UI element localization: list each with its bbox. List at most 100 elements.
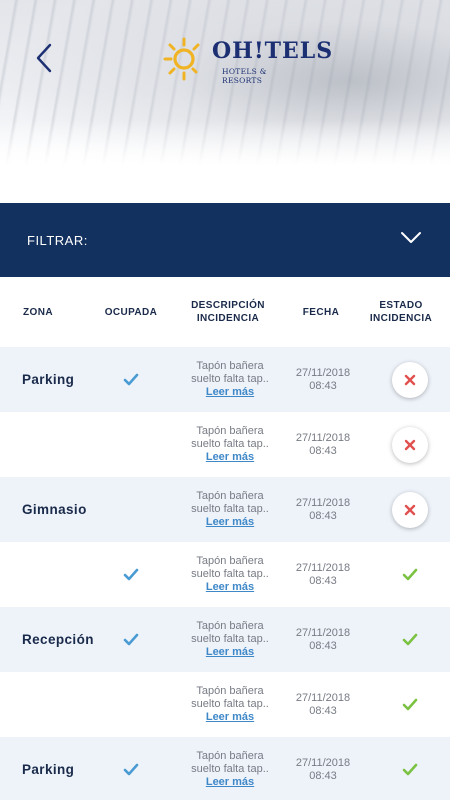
header-fade bbox=[0, 120, 450, 203]
brand-logo: OH!TELS HOTELS & RESORTS bbox=[162, 36, 332, 86]
zona-cell: Parking bbox=[22, 762, 75, 777]
fecha-time: 08:43 bbox=[309, 444, 337, 457]
estado-cell bbox=[385, 542, 435, 607]
estado-cell bbox=[385, 347, 435, 412]
zona-cell: Parking bbox=[22, 372, 75, 387]
fecha-cell: 27/11/2018 08:43 bbox=[290, 672, 356, 737]
descripcion-cell: Tapón bañera suelto falta tap.. Leer más bbox=[175, 737, 285, 800]
table-row: Parking Tapón bañera suelto falta tap.. Lee… bbox=[0, 737, 450, 800]
zona-cell bbox=[22, 542, 112, 607]
checkmark-icon bbox=[402, 763, 418, 775]
read-more-link[interactable]: Leer más bbox=[206, 516, 254, 529]
fecha-cell: 27/11/2018 08:43 bbox=[290, 347, 356, 412]
checkmark-icon bbox=[123, 373, 139, 385]
descripcion-text: suelto falta tap.. bbox=[191, 763, 269, 775]
column-header-fecha: FECHA bbox=[302, 306, 340, 318]
descripcion-text: suelto falta tap.. bbox=[191, 568, 269, 580]
descripcion-cell: Tapón bañera suelto falta tap.. Leer más bbox=[175, 347, 285, 412]
estado-cell bbox=[385, 412, 435, 477]
estado-cell bbox=[385, 607, 435, 672]
checkmark-icon bbox=[123, 763, 139, 775]
descripcion-cell: Tapón bañera suelto falta tap.. Leer más bbox=[175, 607, 285, 672]
fecha-date: 27/11/2018 bbox=[295, 431, 351, 444]
estado-cell bbox=[385, 672, 435, 737]
table-row: Tapón bañera suelto falta tap.. Leer más 27… bbox=[0, 542, 450, 607]
column-header-descripcion-line2: INCIDENCIA bbox=[196, 313, 260, 324]
column-header-ocupada: OCUPADA bbox=[104, 306, 158, 318]
ocupada-cell bbox=[112, 737, 150, 800]
descripcion-text: suelto falta tap.. bbox=[191, 373, 269, 385]
read-more-link[interactable]: Leer más bbox=[206, 581, 254, 594]
zona-cell bbox=[22, 412, 112, 477]
descripcion-text: Tapón bañera bbox=[196, 425, 264, 437]
checkmark-icon bbox=[402, 698, 418, 710]
close-incident-button[interactable] bbox=[392, 426, 428, 463]
checkmark-icon bbox=[402, 568, 418, 580]
close-icon bbox=[404, 439, 416, 450]
fecha-cell: 27/11/2018 08:43 bbox=[290, 542, 356, 607]
filter-dropdown[interactable]: FILTRAR: bbox=[0, 203, 450, 277]
fecha-time: 08:43 bbox=[309, 639, 337, 652]
fecha-date: 27/11/2018 bbox=[295, 561, 351, 574]
chevron-left-icon bbox=[36, 43, 52, 73]
descripcion-text: suelto falta tap.. bbox=[191, 633, 269, 645]
table-row: Parking Tapón bañera suelto falta tap.. Lee… bbox=[0, 347, 450, 412]
read-more-link[interactable]: Leer más bbox=[206, 776, 254, 789]
fecha-cell: 27/11/2018 08:43 bbox=[290, 477, 356, 542]
column-header-zona: ZONA bbox=[23, 306, 53, 318]
fecha-time: 08:43 bbox=[309, 574, 337, 587]
sun-icon bbox=[163, 37, 200, 81]
close-icon bbox=[404, 374, 416, 385]
read-more-link[interactable]: Leer más bbox=[206, 646, 254, 659]
descripcion-text: suelto falta tap.. bbox=[191, 503, 269, 515]
ocupada-cell bbox=[112, 542, 150, 607]
column-header-estado-line2: INCIDENCIA bbox=[369, 313, 433, 324]
fecha-time: 08:43 bbox=[309, 704, 337, 717]
descripcion-text: Tapón bañera bbox=[196, 685, 264, 697]
zona-cell: Recepción bbox=[22, 632, 94, 647]
table-row: Gimnasio Tapón bañera suelto falta tap.. Le… bbox=[0, 477, 450, 542]
checkmark-icon bbox=[402, 633, 418, 645]
descripcion-text: suelto falta tap.. bbox=[191, 438, 269, 450]
column-header-descripcion: DESCRIPCIÓN INCIDENCIA bbox=[180, 277, 276, 347]
checkmark-icon bbox=[123, 568, 139, 580]
fecha-date: 27/11/2018 bbox=[295, 496, 351, 509]
fecha-time: 08:43 bbox=[309, 509, 337, 522]
ocupada-cell bbox=[112, 412, 150, 477]
descripcion-text: Tapón bañera bbox=[196, 360, 264, 372]
fecha-time: 08:43 bbox=[309, 769, 337, 782]
fecha-date: 27/11/2018 bbox=[295, 366, 351, 379]
filter-label: FILTRAR: bbox=[27, 233, 88, 248]
read-more-link[interactable]: Leer más bbox=[206, 451, 254, 464]
table-header: ZONA OCUPADA DESCRIPCIÓN INCIDENCIA FECH… bbox=[0, 277, 450, 347]
descripcion-text: Tapón bañera bbox=[196, 750, 264, 762]
zona-cell: Gimnasio bbox=[22, 502, 87, 517]
close-incident-button[interactable] bbox=[392, 491, 428, 528]
column-header-estado-line1: ESTADO bbox=[379, 300, 423, 311]
fecha-date: 27/11/2018 bbox=[295, 756, 351, 769]
fecha-date: 27/11/2018 bbox=[295, 626, 351, 639]
fecha-cell: 27/11/2018 08:43 bbox=[290, 737, 356, 800]
column-header-estado: ESTADO INCIDENCIA bbox=[366, 277, 436, 347]
fecha-cell: 27/11/2018 08:43 bbox=[290, 607, 356, 672]
fecha-cell: 27/11/2018 08:43 bbox=[290, 412, 356, 477]
table-row: Tapón bañera suelto falta tap.. Leer más 27… bbox=[0, 412, 450, 477]
estado-cell bbox=[385, 737, 435, 800]
close-incident-button[interactable] bbox=[392, 361, 428, 398]
descripcion-text: Tapón bañera bbox=[196, 555, 264, 567]
ocupada-cell bbox=[112, 607, 150, 672]
read-more-link[interactable]: Leer más bbox=[206, 711, 254, 724]
close-icon bbox=[404, 504, 416, 515]
chevron-down-icon bbox=[401, 232, 421, 243]
estado-cell bbox=[385, 477, 435, 542]
checkmark-icon bbox=[123, 633, 139, 645]
descripcion-cell: Tapón bañera suelto falta tap.. Leer más bbox=[175, 412, 285, 477]
descripcion-cell: Tapón bañera suelto falta tap.. Leer más bbox=[175, 542, 285, 607]
table-row: Tapón bañera suelto falta tap.. Leer más 27… bbox=[0, 672, 450, 737]
ocupada-cell bbox=[112, 477, 150, 542]
read-more-link[interactable]: Leer más bbox=[206, 386, 254, 399]
fecha-time: 08:43 bbox=[309, 379, 337, 392]
zona-cell bbox=[22, 672, 112, 737]
descripcion-text: suelto falta tap.. bbox=[191, 698, 269, 710]
back-button[interactable] bbox=[28, 40, 62, 76]
